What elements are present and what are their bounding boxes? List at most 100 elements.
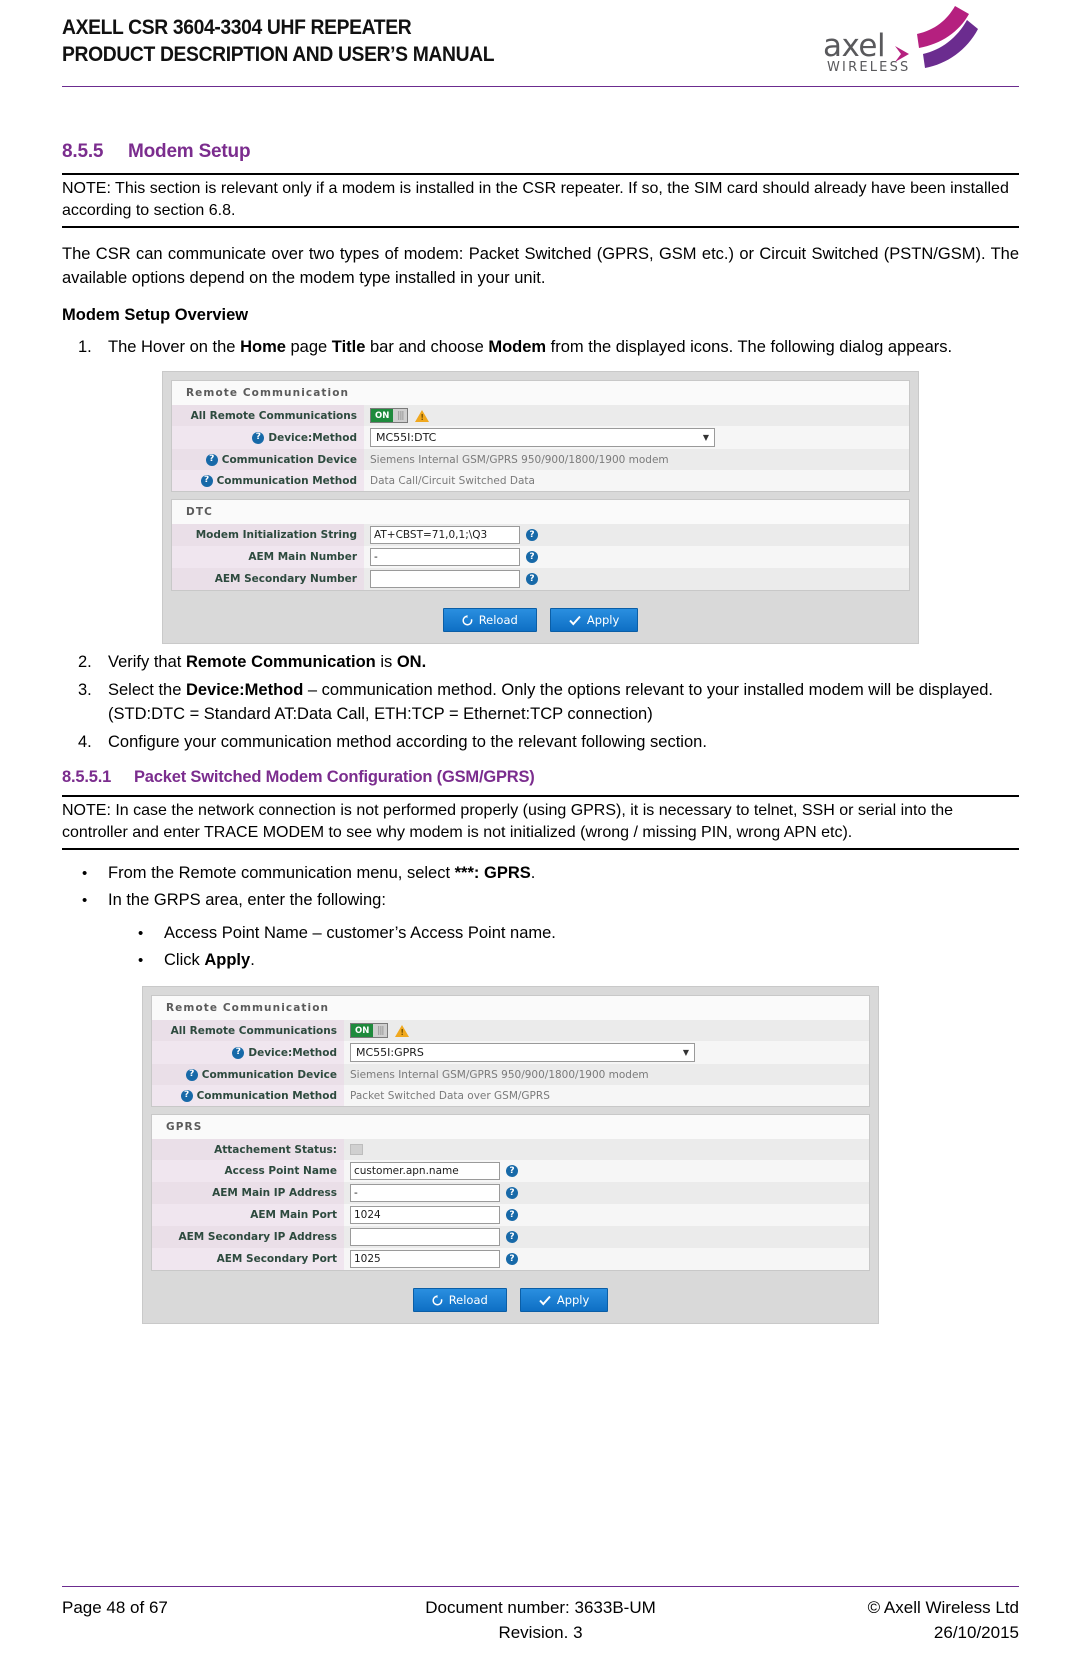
aem-secondary-ip-address-input[interactable]	[350, 1228, 500, 1246]
aem-main-ip-address-input[interactable]: -	[350, 1184, 500, 1202]
help-icon[interactable]: ?	[232, 1046, 245, 1059]
header-title-block: AXELL CSR 3604-3304 UHF REPEATER PRODUCT…	[62, 14, 532, 68]
gprs-remote-communication-card: Remote Communication All Remote Communic…	[151, 995, 870, 1107]
step-2-remote-communication: Remote Communication	[185, 653, 376, 671]
check-icon	[569, 615, 581, 625]
device-method-select[interactable]: MC55I:DTC ▼	[370, 428, 715, 447]
gprs-row-device-method: ? Device:Method MC55I:GPRS ▼	[152, 1041, 869, 1064]
step-4-text: Configure your communication method acco…	[108, 733, 707, 751]
dtc-remote-communication-card: Remote Communication All Remote Communic…	[171, 380, 910, 492]
step-1-title: Title	[331, 338, 366, 356]
gprs-value-attachement-status	[344, 1139, 869, 1160]
all-remote-communications-toggle[interactable]: ON |||	[370, 408, 409, 423]
gprs-label-communication-method-text: Communication Method	[196, 1089, 337, 1102]
step-1-modem: Modem	[488, 338, 547, 356]
dtc-label-all-remote-communications: All Remote Communications	[172, 405, 364, 426]
step-2-text-a: Verify that	[108, 653, 186, 671]
help-icon[interactable]: ?	[180, 1089, 193, 1102]
aem-secondary-number-input[interactable]	[370, 570, 520, 588]
dtc-value-all-remote-communications: ON |||	[364, 405, 909, 426]
page-header: AXELL CSR 3604-3304 UHF REPEATER PRODUCT…	[62, 0, 1019, 84]
reload-button[interactable]: Reload	[412, 1288, 507, 1312]
footer-document-number: Document number: 3633B-UM	[425, 1598, 656, 1617]
header-title-line-2: PRODUCT DESCRIPTION AND USER’S MANUAL	[62, 43, 495, 66]
bullet-select-gprs: From the Remote communication menu, sele…	[62, 860, 1019, 887]
dtc-card1-title: Remote Communication	[172, 381, 909, 405]
help-icon[interactable]: ?	[200, 474, 213, 487]
setup-steps-list: 1. The Hover on the Home page Title bar a…	[62, 335, 1019, 359]
access-point-name-input[interactable]: customer.apn.name	[350, 1162, 500, 1180]
dtc-label-device-method: ? Device:Method	[172, 426, 364, 449]
dtc-row-aem-main-number: AEM Main Number - ?	[172, 546, 909, 568]
reload-button-label: Reload	[448, 1293, 488, 1307]
step-3: 3. Select the Device:Method – communicati…	[62, 678, 1019, 726]
intro-paragraph: The CSR can communicate over two types o…	[62, 242, 1019, 290]
footer-date: 26/10/2015	[933, 1623, 1019, 1642]
dtc-label-aem-main-number: AEM Main Number	[172, 546, 364, 568]
aem-secondary-port-input[interactable]: 1025	[350, 1250, 500, 1268]
bullet-1-text-a: From the Remote communication menu, sele…	[108, 864, 455, 882]
dtc-value-aem-secondary-number: ?	[364, 568, 909, 590]
all-remote-communications-toggle[interactable]: ON |||	[350, 1023, 389, 1038]
gprs-row-all-remote-communications: All Remote Communications ON |||	[152, 1020, 869, 1041]
device-method-selected-value: MC55I:GPRS	[356, 1046, 424, 1059]
section-number: 8.5.5	[62, 141, 104, 162]
modem-initialization-string-input[interactable]: AT+CBST=71,0,1;\Q3	[370, 526, 520, 544]
help-icon[interactable]: ?	[526, 529, 538, 541]
help-icon[interactable]: ?	[506, 1209, 518, 1221]
gprs-label-communication-method: ? Communication Method	[152, 1085, 344, 1106]
dtc-label-communication-device: ? Communication Device	[172, 449, 364, 470]
gprs-row-communication-device: ? Communication Device Siemens Internal …	[152, 1064, 869, 1085]
dtc-value-device-method: MC55I:DTC ▼	[364, 426, 909, 449]
step-2-marker: 2.	[78, 653, 92, 671]
aem-main-port-input[interactable]: 1024	[350, 1206, 500, 1224]
help-icon[interactable]: ?	[506, 1165, 518, 1177]
gprs-row-communication-method: ? Communication Method Packet Switched D…	[152, 1085, 869, 1106]
bullet-4-text-a: Click	[164, 951, 205, 969]
document-page: AXELL CSR 3604-3304 UHF REPEATER PRODUCT…	[0, 0, 1081, 1663]
screenshot-modem-gprs: Remote Communication All Remote Communic…	[142, 986, 879, 1324]
footer-center: Document number: 3633B-UM Revision. 3	[381, 1595, 700, 1645]
gprs-row-access-point-name: Access Point Name customer.apn.name ?	[152, 1160, 869, 1182]
step-3-text-a: Select the	[108, 681, 186, 699]
logo-wordmark: axel	[823, 28, 886, 64]
step-1-text-a: The Hover on the	[108, 338, 241, 356]
help-icon[interactable]: ?	[205, 453, 218, 466]
help-icon[interactable]: ?	[185, 1068, 198, 1081]
help-icon[interactable]: ?	[526, 573, 538, 585]
step-4-marker: 4.	[78, 733, 92, 751]
help-icon[interactable]: ?	[526, 551, 538, 563]
reload-button[interactable]: Reload	[442, 608, 537, 632]
help-icon[interactable]: ?	[506, 1253, 518, 1265]
gprs-value-communication-method: Packet Switched Data over GSM/GPRS	[344, 1085, 869, 1106]
toggle-grip-icon: |||	[373, 1024, 388, 1037]
dtc-value-communication-method: Data Call/Circuit Switched Data	[364, 470, 909, 491]
device-method-select[interactable]: MC55I:GPRS ▼	[350, 1043, 695, 1062]
apply-button[interactable]: Apply	[519, 1288, 609, 1312]
bullet-4-text-c: .	[250, 951, 255, 969]
footer-copyright: © Axell Wireless Ltd	[867, 1598, 1019, 1617]
dtc-dialog: Remote Communication All Remote Communic…	[162, 371, 919, 644]
dtc-value-communication-device: Siemens Internal GSM/GPRS 950/900/1800/1…	[364, 449, 909, 470]
setup-steps-list-continued: 2. Verify that Remote Communication is ON…	[62, 650, 1019, 754]
help-icon[interactable]: ?	[506, 1187, 518, 1199]
step-2-text-b: is	[375, 653, 397, 671]
gprs-row-aem-main-ip-address: AEM Main IP Address - ?	[152, 1182, 869, 1204]
help-icon[interactable]: ?	[506, 1231, 518, 1243]
footer-revision: Revision. 3	[498, 1623, 583, 1642]
gprs-value-aem-main-ip-address: - ?	[344, 1182, 869, 1204]
bullet-4-apply: Apply	[204, 951, 251, 969]
gprs-label-access-point-name: Access Point Name	[152, 1160, 344, 1182]
gprs-settings-card: GPRS Attachement Status: Access Point Na…	[151, 1114, 870, 1271]
help-icon[interactable]: ?	[252, 431, 265, 444]
footer-right: © Axell Wireless Ltd 26/10/2015	[700, 1595, 1019, 1645]
apply-button[interactable]: Apply	[549, 608, 639, 632]
gprs-value-all-remote-communications: ON |||	[344, 1020, 869, 1041]
step-3-device-method: Device:Method	[185, 681, 304, 699]
gprs-label-communication-device: ? Communication Device	[152, 1064, 344, 1085]
aem-main-number-input[interactable]: -	[370, 548, 520, 566]
step-1-text-c: bar and choose	[365, 338, 489, 356]
dtc-row-modem-init-string: Modem Initialization String AT+CBST=71,0…	[172, 524, 909, 546]
header-title-line-1: AXELL CSR 3604-3304 UHF REPEATER	[62, 16, 412, 39]
gprs-label-aem-secondary-ip-address: AEM Secondary IP Address	[152, 1226, 344, 1248]
